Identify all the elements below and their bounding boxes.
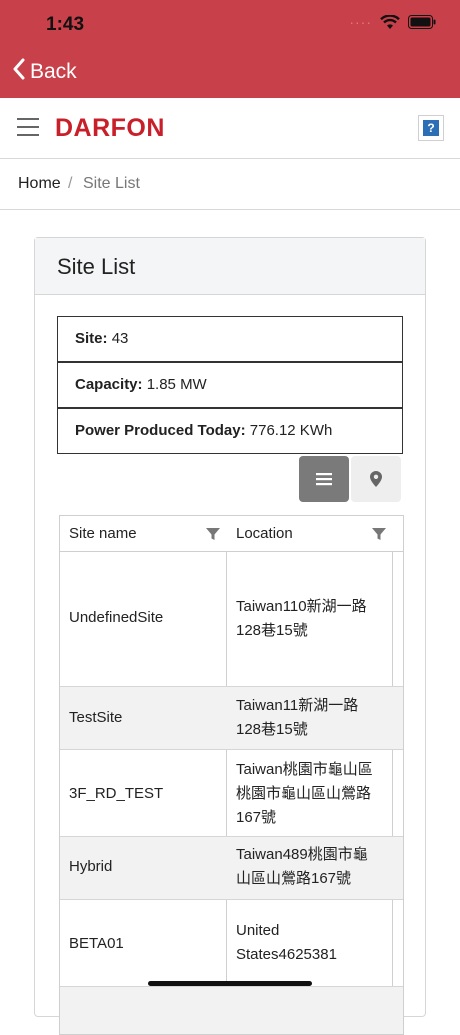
table-row[interactable]: Hybrid Taiwan489桃園市龜 山區山鶯路167號: [60, 837, 403, 900]
status-icons: ····: [349, 14, 436, 30]
location-line: 桃園市龜山區山鶯路: [236, 785, 372, 802]
location-line: Taiwan110新湖一路: [236, 598, 367, 615]
status-time: 1:43: [46, 14, 85, 35]
location-cell: United States4625381: [236, 919, 386, 967]
summary-capacity: Capacity: 1.85 MW: [57, 362, 403, 408]
breadcrumb-home-link[interactable]: Home: [18, 175, 61, 193]
site-name-cell: 3F_RD_TEST: [69, 785, 164, 802]
location-line: United: [236, 922, 280, 939]
column-header-site-name[interactable]: Site name: [69, 516, 137, 551]
summary-site-count: Site: 43: [57, 316, 403, 362]
filter-icon[interactable]: [206, 527, 220, 541]
top-nav-bar: 1:43 ···· Back: [0, 0, 460, 98]
location-line: 山區山鶯路167號: [236, 870, 352, 887]
location-cell: Taiwan110新湖一路 128巷15號: [236, 595, 386, 643]
column-header-location[interactable]: Location: [236, 516, 293, 551]
location-cell: Taiwan桃園市龜山區 桃園市龜山區山鶯路 167號: [236, 758, 386, 830]
filter-icon[interactable]: [372, 527, 386, 541]
location-line: 128巷15號: [236, 721, 308, 738]
darfon-logo: DARFON: [55, 114, 165, 142]
capacity-value: 1.85 MW: [146, 376, 207, 393]
back-button[interactable]: Back: [12, 58, 77, 86]
map-view-button[interactable]: [351, 456, 401, 502]
site-label: Site:: [75, 330, 108, 347]
breadcrumb-current: Site List: [83, 175, 140, 192]
power-label: Power Produced Today:: [75, 422, 246, 439]
table-header-row: Site name Location: [60, 516, 403, 552]
help-button[interactable]: ?: [418, 115, 444, 141]
list-icon: [316, 473, 332, 486]
location-line: States4625381: [236, 946, 337, 963]
table-row[interactable]: [60, 987, 403, 1034]
card-header: Site List: [35, 238, 425, 295]
location-line: Taiwan桃園市龜山區: [236, 761, 373, 778]
site-name-cell: UndefinedSite: [69, 609, 164, 626]
location-cell: Taiwan489桃園市龜 山區山鶯路167號: [236, 843, 386, 891]
site-value: 43: [111, 330, 129, 347]
power-value: 776.12 KWh: [249, 422, 333, 439]
table-row[interactable]: BETA01 United States4625381: [60, 900, 403, 987]
location-line: Taiwan11新湖一路: [236, 697, 359, 714]
site-table: Site name Location UndefinedSite Taiwan1…: [59, 515, 404, 1035]
map-pin-icon: [370, 471, 382, 487]
breadcrumb-separator: /: [68, 175, 73, 192]
help-icon: ?: [423, 120, 439, 136]
location-line: 128巷15號: [236, 622, 308, 639]
card-title: Site List: [57, 254, 136, 279]
app-header: DARFON ?: [0, 98, 460, 159]
location-line: 167號: [236, 809, 277, 826]
table-row[interactable]: 3F_RD_TEST Taiwan桃園市龜山區 桃園市龜山區山鶯路 167號: [60, 750, 403, 837]
site-name-cell: BETA01: [69, 935, 124, 952]
wifi-icon: [380, 14, 400, 30]
signal-dots-icon: ····: [349, 14, 372, 30]
location-line: Taiwan489桃園市龜: [236, 846, 368, 863]
battery-icon: [408, 15, 436, 29]
table-row[interactable]: TestSite Taiwan11新湖一路 128巷15號: [60, 687, 403, 750]
hamburger-menu-icon[interactable]: [17, 118, 39, 136]
site-name-cell: TestSite: [69, 709, 123, 726]
summary-power-today: Power Produced Today: 776.12 KWh: [57, 408, 403, 454]
location-cell: Taiwan11新湖一路 128巷15號: [236, 694, 386, 742]
site-name-cell: Hybrid: [69, 858, 113, 875]
home-indicator[interactable]: [148, 981, 312, 986]
chevron-left-icon: [12, 58, 26, 86]
capacity-label: Capacity:: [75, 376, 143, 393]
site-list-card: Site List Site: 43 Capacity: 1.85 MW Pow…: [34, 237, 426, 1035]
table-row[interactable]: UndefinedSite Taiwan110新湖一路 128巷15號: [60, 551, 403, 687]
back-label: Back: [30, 60, 77, 83]
list-view-button[interactable]: [299, 456, 349, 502]
breadcrumb: Home / Site List: [0, 159, 460, 210]
view-toggle: [299, 456, 401, 502]
